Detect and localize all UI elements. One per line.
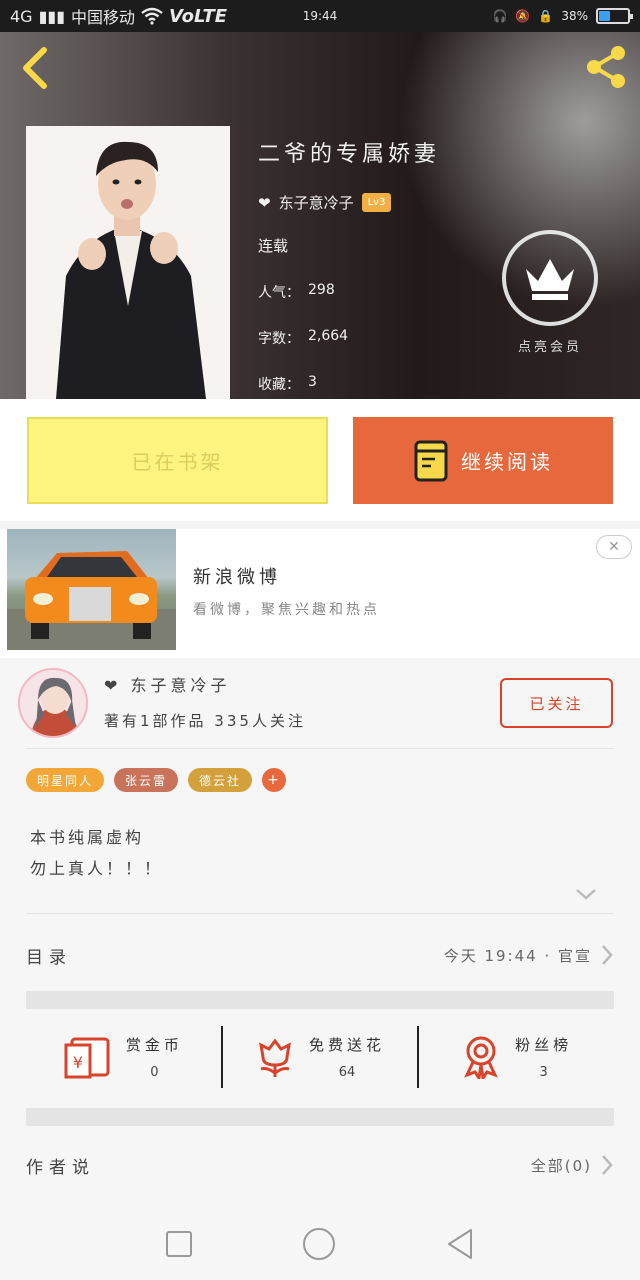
continue-reading-label: 继续阅读 xyxy=(461,450,553,474)
chevron-down-icon[interactable] xyxy=(574,886,598,902)
back-icon[interactable] xyxy=(16,44,56,92)
reward-fans[interactable]: 粉丝榜 3 xyxy=(417,1026,614,1088)
reward-value: 3 xyxy=(539,1065,548,1080)
tag-item[interactable]: 张云雷 xyxy=(114,768,179,792)
red-envelope-icon: ¥ xyxy=(64,1037,110,1079)
avatar[interactable] xyxy=(18,668,88,738)
author-name-text: 东子意冷子 xyxy=(130,676,231,695)
divider xyxy=(26,748,614,749)
action-bar: 已在书架 继续阅读 xyxy=(0,399,640,521)
vip-crown-button[interactable] xyxy=(502,230,598,326)
ad-banner[interactable]: 新浪微博 看微博，聚焦兴趣和热点 ✕ xyxy=(0,521,640,658)
rewards-bar: ¥ 赏金币 0 免费送花 64 粉丝榜 3 xyxy=(26,1026,614,1088)
author-says-row[interactable]: 作者说 全部(0) xyxy=(26,1148,614,1182)
stat-popularity-label: 人气： xyxy=(258,285,300,301)
stat-favorites-label: 收藏： xyxy=(258,377,300,393)
volte-label: VoLTE xyxy=(169,5,228,27)
book-description: 本书纯属虚构 勿上真人！！！ xyxy=(30,822,163,884)
ad-description: 看微博，聚焦兴趣和热点 xyxy=(193,602,380,618)
author-name[interactable]: ❤ 东子意冷子 xyxy=(104,672,231,696)
share-icon[interactable] xyxy=(582,44,630,90)
catalog-update: 今天 19:44 · 官宣 xyxy=(443,946,592,965)
system-nav-bar xyxy=(0,1208,640,1280)
medal-icon xyxy=(464,1036,499,1079)
ad-image[interactable] xyxy=(7,529,176,650)
reward-coins[interactable]: ¥ 赏金币 0 xyxy=(26,1026,221,1088)
battery-icon xyxy=(596,8,633,24)
lock-icon: 🔒 xyxy=(538,9,554,23)
reward-value: 0 xyxy=(150,1065,159,1080)
status-bar: 4G ▮▮▮ 中国移动 VoLTE 19:44 🎧 🔕 🔒 38% xyxy=(0,0,640,32)
avatar-illustration xyxy=(20,670,86,736)
book-info: 二爷的专属娇妻 ❤ 东子意冷子 Lv3 连载 人气： 298 字数： 2,664… xyxy=(258,136,440,394)
book-cover[interactable] xyxy=(26,126,230,399)
description-line: 本书纯属虚构 xyxy=(30,828,145,847)
follow-button[interactable]: 已关注 xyxy=(500,678,613,728)
reward-value: 64 xyxy=(338,1065,356,1080)
wifi-icon xyxy=(141,7,163,25)
author-meta: 著有1部作品 335人关注 xyxy=(104,712,306,730)
reward-flowers[interactable]: 免费送花 64 xyxy=(220,1026,418,1088)
signal-icon: ▮▮▮ xyxy=(38,6,65,26)
book-icon xyxy=(414,440,448,481)
close-icon: ✕ xyxy=(608,539,620,555)
bell-mute-icon: 🔕 xyxy=(515,9,531,23)
stat-words: 字数： 2,664 xyxy=(258,328,440,348)
car-illustration xyxy=(7,551,176,650)
section-separator xyxy=(26,991,614,1009)
tag-item[interactable]: 明星同人 xyxy=(26,768,105,792)
author-level-badge: Lv3 xyxy=(361,193,392,212)
stat-favorites: 收藏： 3 xyxy=(258,374,440,394)
divider xyxy=(26,913,614,914)
author-says-all: 全部(0) xyxy=(530,1156,592,1175)
author-says-label: 作者说 xyxy=(26,1157,95,1178)
reward-name: 粉丝榜 xyxy=(515,1036,573,1054)
stat-popularity-value: 298 xyxy=(308,282,335,298)
catalog-label: 目录 xyxy=(26,947,72,968)
book-status: 连载 xyxy=(258,237,289,255)
chevron-right-icon xyxy=(602,1155,613,1175)
book-header: 二爷的专属娇妻 ❤ 东子意冷子 Lv3 连载 人气： 298 字数： 2,664… xyxy=(0,32,640,399)
continue-reading-button[interactable]: 继续阅读 xyxy=(353,417,613,504)
description-line: 勿上真人！！！ xyxy=(30,859,164,878)
heart-icon: ❤ xyxy=(104,676,122,695)
cover-person-illustration xyxy=(26,126,230,399)
author-section: ❤ 东子意冷子 著有1部作品 335人关注 已关注 xyxy=(0,658,640,748)
stat-popularity: 人气： 298 xyxy=(258,282,440,302)
crown-icon xyxy=(526,259,574,300)
chevron-right-icon xyxy=(602,945,613,965)
headphones-icon: 🎧 xyxy=(492,9,508,23)
back-triangle-icon[interactable] xyxy=(445,1228,475,1260)
tag-list: 明星同人 张云雷 德云社 + xyxy=(26,768,287,792)
book-title: 二爷的专属娇妻 xyxy=(258,142,441,167)
flower-icon xyxy=(259,1038,291,1077)
reward-name: 赏金币 xyxy=(125,1036,183,1054)
carrier-name: 中国移动 xyxy=(71,8,136,27)
book-author: 东子意冷子 xyxy=(278,194,354,212)
home-circle-icon[interactable] xyxy=(302,1227,336,1261)
stat-favorites-value: 3 xyxy=(308,374,317,390)
stat-words-value: 2,664 xyxy=(308,328,349,344)
stat-words-label: 字数： xyxy=(258,331,300,347)
reward-name: 免费送花 xyxy=(309,1036,386,1054)
recents-square-icon[interactable] xyxy=(165,1230,193,1258)
ad-close-button[interactable]: ✕ xyxy=(596,535,632,559)
section-separator xyxy=(26,1108,614,1126)
add-tag-button[interactable]: + xyxy=(262,768,287,792)
heart-icon: ❤ xyxy=(258,193,271,212)
tag-item[interactable]: 德云社 xyxy=(188,768,253,792)
battery-percent: 38% xyxy=(561,9,588,23)
ad-title: 新浪微博 xyxy=(193,567,281,588)
vip-label: 点亮会员 xyxy=(517,340,582,355)
network-type: 4G xyxy=(10,6,33,26)
book-author-row[interactable]: ❤ 东子意冷子 Lv3 xyxy=(258,192,440,213)
in-shelf-button[interactable]: 已在书架 xyxy=(27,417,328,504)
catalog-row[interactable]: 目录 今天 19:44 · 官宣 xyxy=(26,938,614,972)
svg-text:¥: ¥ xyxy=(73,1053,83,1072)
